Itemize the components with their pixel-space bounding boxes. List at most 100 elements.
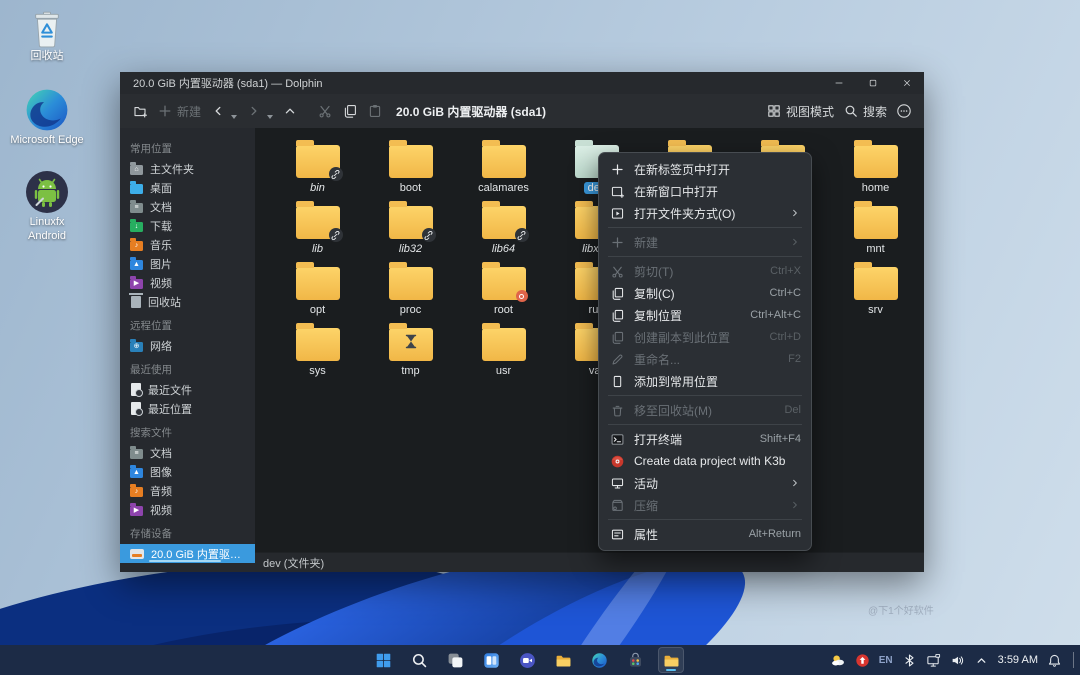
language-indicator[interactable]: EN (879, 655, 893, 666)
menu-item-shortcut: Ctrl+C (770, 287, 801, 299)
sidebar-item-search-videos[interactable]: ▶视频 (120, 500, 255, 519)
sidebar-item-videos-folder[interactable]: ▶视频 (120, 273, 255, 292)
menu-item-label: 移至回收站(M) (634, 402, 775, 419)
sidebar-item-recent-locations[interactable]: 最近位置 (120, 399, 255, 418)
alert-badge-icon[interactable] (855, 653, 870, 668)
taskbar-search-button[interactable] (406, 647, 432, 673)
dolphin-icon (663, 652, 680, 669)
desktop[interactable]: @下1个好软件 回收站 Microsoft Edge Linuxfx Andro… (0, 0, 1080, 675)
menu-item[interactable]: 活动 (599, 472, 811, 494)
sidebar-item-trash[interactable]: 回收站 (120, 292, 255, 311)
task-view-icon (447, 652, 464, 669)
desktop-icon-edge[interactable]: Microsoft Edge (8, 86, 86, 148)
sidebar-item-desktop-folder[interactable]: 桌面 (120, 178, 255, 197)
chevron-right-icon (789, 236, 801, 248)
new-tab-icon[interactable] (132, 103, 148, 119)
folder-lib64[interactable]: lib64 (457, 201, 550, 262)
bell-icon[interactable] (1047, 653, 1062, 668)
chat-button[interactable] (514, 647, 540, 673)
sidebar-item-home-folder[interactable]: ⌂主文件夹 (120, 159, 255, 178)
up-button[interactable] (282, 103, 298, 119)
back-button[interactable] (210, 103, 226, 119)
menu-separator (608, 395, 802, 396)
folder-usr[interactable]: usr (457, 323, 550, 384)
new-button[interactable]: 新建 (157, 103, 201, 120)
folder-mnt[interactable]: mnt (829, 201, 922, 262)
maximize-icon[interactable] (856, 72, 890, 94)
cut-icon[interactable] (317, 103, 333, 119)
file-explorer-button[interactable] (550, 647, 576, 673)
desktop-icon-linuxfx-android[interactable]: Linuxfx Android (8, 168, 86, 244)
widgets-button[interactable] (478, 647, 504, 673)
copy-icon[interactable] (342, 103, 358, 119)
show-desktop-button[interactable] (1073, 652, 1074, 668)
symlink-emblem-icon (329, 228, 343, 242)
sidebar-item-documents-folder[interactable]: ≡文档 (120, 197, 255, 216)
temp-emblem-icon (404, 334, 417, 353)
menu-item[interactable]: 打开终端Shift+F4 (599, 428, 811, 450)
paste-icon[interactable] (367, 103, 383, 119)
menu-item[interactable]: 复制位置Ctrl+Alt+C (599, 304, 811, 326)
menu-item[interactable]: 复制(C)Ctrl+C (599, 282, 811, 304)
folder-label: lib32 (399, 243, 422, 255)
folder-home[interactable]: home (829, 140, 922, 201)
sidebar-item-harddrive[interactable]: 20.0 GiB 内置驱动器 (s... (120, 544, 255, 563)
folder-opt[interactable]: opt (271, 262, 364, 323)
folder-sys[interactable]: sys (271, 323, 364, 384)
weather-icon[interactable] (831, 653, 846, 668)
sidebar-item-network-folder[interactable]: ⊕网络 (120, 336, 255, 355)
menu-item-label: 打开文件夹方式(O) (634, 205, 780, 222)
sidebar-item-search-audio[interactable]: ♪音频 (120, 481, 255, 500)
sidebar-item-music-folder[interactable]: ♪音乐 (120, 235, 255, 254)
sidebar-item-search-images[interactable]: ▲图像 (120, 462, 255, 481)
network-icon[interactable] (926, 653, 941, 668)
chevron-up-icon[interactable] (974, 653, 989, 668)
folder-lib32[interactable]: lib32 (364, 201, 457, 262)
system-tray: EN 3:59 AM (831, 645, 1074, 675)
menu-item[interactable]: 在新窗口中打开 (599, 180, 811, 202)
desktop-icon-recycle-bin[interactable]: 回收站 (8, 10, 86, 64)
store-button[interactable] (622, 647, 648, 673)
menu-item[interactable]: 属性Alt+Return (599, 523, 811, 545)
folder-lib[interactable]: lib (271, 201, 364, 262)
search-button[interactable]: 搜索 (843, 103, 887, 120)
minimize-icon[interactable] (822, 72, 856, 94)
bluetooth-icon[interactable] (902, 653, 917, 668)
forward-history-caret[interactable] (267, 115, 273, 119)
menu-item[interactable]: 打开文件夹方式(O) (599, 202, 811, 224)
hamburger-menu-icon[interactable] (896, 103, 912, 119)
downloads-folder-icon: ↓ (130, 222, 143, 232)
documents-folder-icon: ≡ (130, 203, 143, 213)
dolphin-button[interactable] (658, 647, 684, 673)
folder-icon (482, 145, 526, 178)
folder-root[interactable]: root (457, 262, 550, 323)
start-button[interactable] (370, 647, 396, 673)
folder-view[interactable]: binbootcalamaresdevhomeliblib32lib64libx… (255, 128, 924, 552)
menu-item[interactable]: 添加到常用位置 (599, 370, 811, 392)
menu-item[interactable]: 在新标签页中打开 (599, 158, 811, 180)
folder-calamares[interactable]: calamares (457, 140, 550, 201)
folder-proc[interactable]: proc (364, 262, 457, 323)
clock[interactable]: 3:59 AM (998, 654, 1038, 666)
back-history-caret[interactable] (231, 115, 237, 119)
folder-srv[interactable]: srv (829, 262, 922, 323)
sidebar-item-recent-files[interactable]: 最近文件 (120, 380, 255, 399)
folder-label: bin (310, 182, 325, 194)
folder-bin[interactable]: bin (271, 140, 364, 201)
sidebar-item-label: 最近位置 (148, 401, 192, 417)
menu-item[interactable]: Create data project with K3b (599, 450, 811, 472)
sidebar-item-pictures-folder[interactable]: ▲图片 (120, 254, 255, 273)
folder-icon (482, 328, 526, 361)
volume-icon[interactable] (950, 653, 965, 668)
location-title: 20.0 GiB 内置驱动器 (sda1) (396, 103, 546, 120)
sidebar-item-downloads-folder[interactable]: ↓下载 (120, 216, 255, 235)
folder-boot[interactable]: boot (364, 140, 457, 201)
sidebar-item-search-documents[interactable]: ≡文档 (120, 443, 255, 462)
title-bar[interactable]: 20.0 GiB 内置驱动器 (sda1) — Dolphin (120, 72, 924, 94)
forward-button[interactable] (246, 103, 262, 119)
close-icon[interactable] (890, 72, 924, 94)
task-view-button[interactable] (442, 647, 468, 673)
folder-tmp[interactable]: tmp (364, 323, 457, 384)
view-mode-button[interactable]: 视图模式 (766, 103, 834, 120)
edge-button[interactable] (586, 647, 612, 673)
